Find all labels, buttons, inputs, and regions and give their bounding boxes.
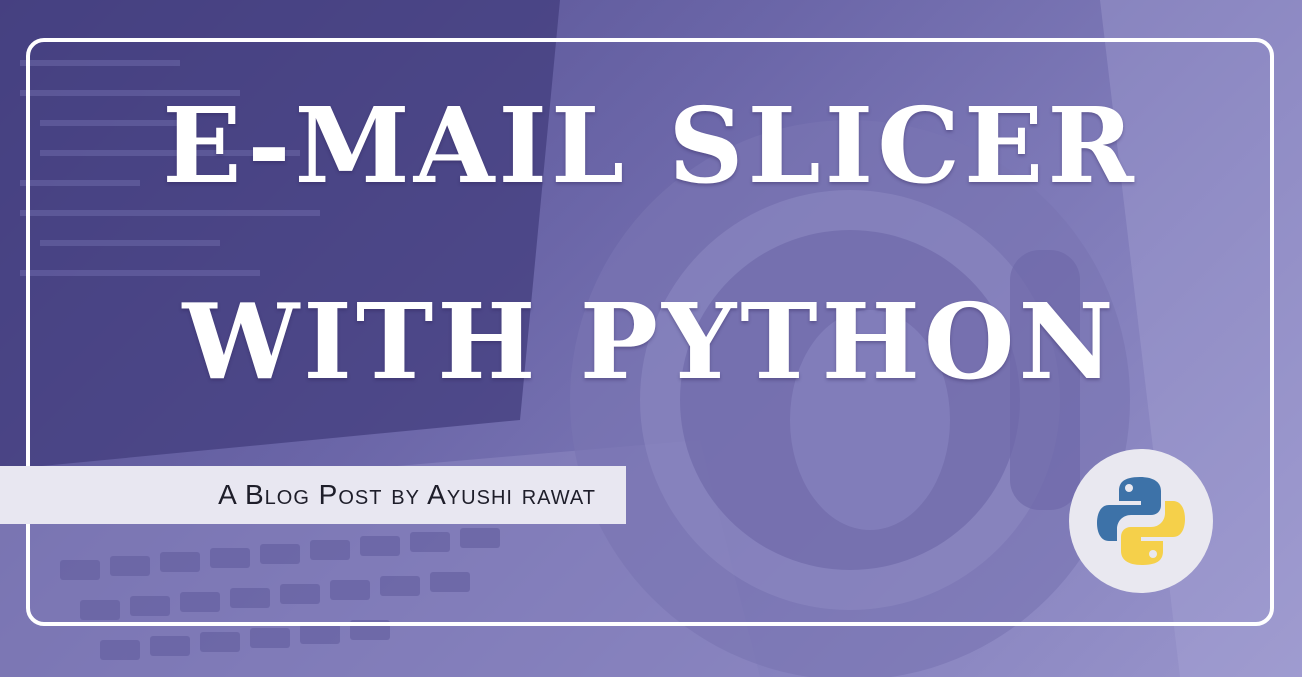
- byline-banner: A Blog Post by Ayushi rawat: [0, 466, 626, 524]
- title-line-1: E-MAIL SLICER: [162, 84, 1138, 207]
- byline-text: A Blog Post by Ayushi rawat: [218, 479, 596, 510]
- python-logo-icon: [1097, 477, 1185, 565]
- title-line-2: WITH PYTHON: [182, 280, 1118, 403]
- python-logo-badge: [1069, 449, 1213, 593]
